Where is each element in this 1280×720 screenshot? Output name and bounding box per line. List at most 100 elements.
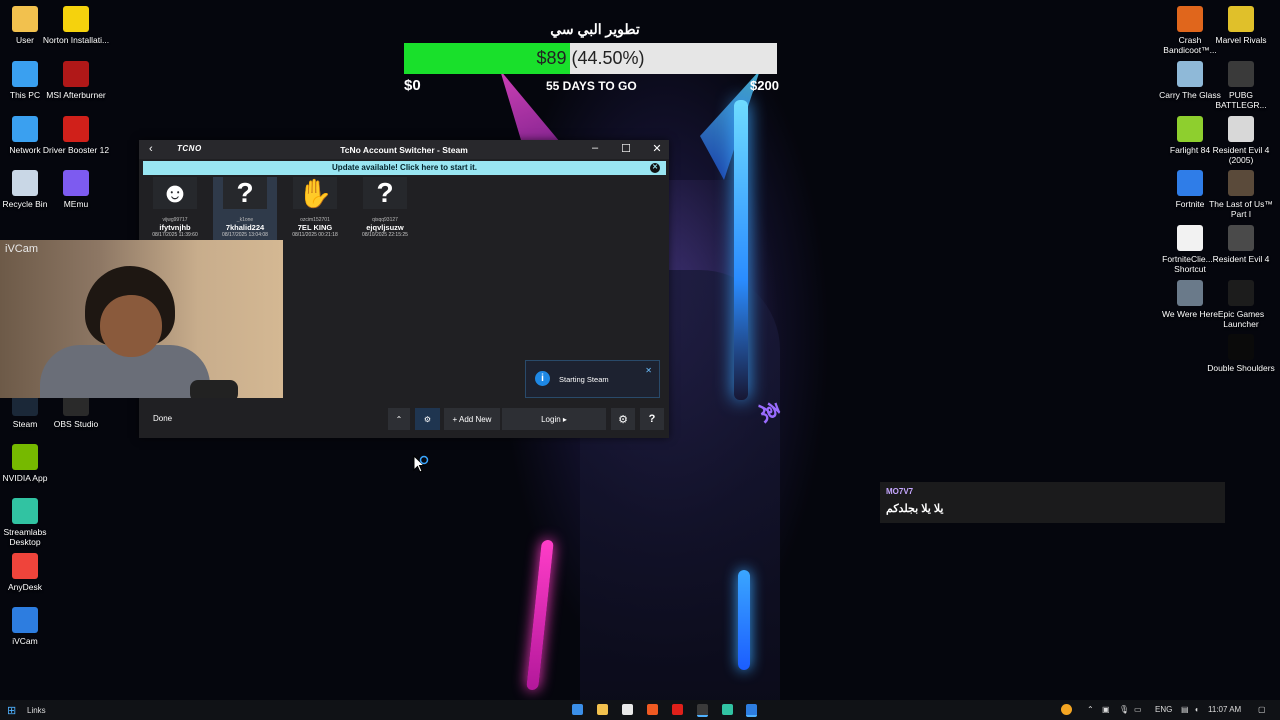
desktop-icon-label: AnyDesk — [7, 582, 42, 592]
goal-progress-bar: $89 (44.50%) — [404, 43, 777, 74]
desktop-icon-label: Norton Installati... — [42, 35, 110, 45]
goal-title: تطوير البي سي — [550, 21, 640, 37]
help-button[interactable]: ? — [640, 408, 664, 430]
anydesk-icon — [12, 553, 38, 579]
chat-username: MO7V7 — [886, 487, 914, 496]
desktop-icon-label: Resident Evil 4 (2005) — [1212, 145, 1270, 165]
nvidia-icon — [12, 444, 38, 470]
fortnite-icon — [1177, 170, 1203, 196]
desktop-icon-pubg[interactable]: PUBG BATTLEGR... — [1206, 61, 1276, 110]
desktop-icon-memu[interactable]: MEmu — [41, 170, 111, 209]
login-button[interactable]: Login ▸ — [502, 408, 606, 430]
chat-text: يلا يلا بجلدكم — [886, 503, 944, 515]
copilot-taskbar-icon[interactable] — [572, 704, 583, 715]
desktop-icon-last-of-us[interactable]: The Last of Us™ Part I — [1206, 170, 1276, 219]
network-icon[interactable]: ▤ — [1181, 705, 1189, 714]
desktop-icon-label: MEmu — [63, 199, 89, 209]
farlight-icon — [1177, 116, 1203, 142]
desktop-icon-driver-booster[interactable]: Driver Booster 12 — [41, 116, 111, 155]
tcno-taskbar-icon[interactable] — [746, 704, 757, 717]
account-card[interactable]: ☻ vijwg99717 ifytvnjhb 08/17/2025 11:39:60 — [143, 177, 207, 245]
desktop-icon-nvidia[interactable]: NVIDIA App — [0, 444, 60, 483]
desktop-icon-label: Epic Games Launcher — [1217, 309, 1265, 329]
desktop-icon-norton[interactable]: Norton Installati... — [41, 6, 111, 45]
desktop-icon-marvel-rivals[interactable]: Marvel Rivals — [1206, 6, 1276, 45]
volume-icon[interactable]: ◖ — [1194, 705, 1199, 714]
windows-start-icon[interactable]: ⊞ — [7, 704, 16, 717]
norton-icon — [63, 6, 89, 32]
goal-min-label: $0 — [404, 77, 421, 94]
window-titlebar[interactable]: ‹ TCNO TcNo Account Switcher - Steam – ☐… — [139, 140, 669, 159]
file-explorer-taskbar-icon[interactable] — [597, 704, 608, 715]
toast-close-icon[interactable]: ✕ — [645, 366, 652, 375]
resident-evil-icon — [1228, 225, 1254, 251]
desktop-icon-label: Streamlabs Desktop — [3, 527, 47, 547]
chevron-up-icon: ⌃ — [395, 414, 403, 424]
steam-button[interactable]: ⚙ — [415, 408, 440, 430]
minimize-button[interactable]: – — [586, 142, 604, 154]
toast-text: Starting Steam — [559, 375, 609, 384]
update-available-banner[interactable]: Update available! Click here to start it… — [143, 161, 666, 175]
calendar-taskbar-icon[interactable] — [622, 704, 633, 715]
account-card[interactable]: ? _k1one 7khalid224 08/17/2025 13:04:08 — [213, 177, 277, 245]
expand-up-button[interactable]: ⌃ — [388, 408, 410, 430]
account-card[interactable]: ? qisqq93127 ejqvljsuzw 08/10/2025 22:15:25 — [353, 177, 417, 245]
last-of-us-icon — [1228, 170, 1254, 196]
person-avatar: ☻ — [153, 177, 197, 209]
chevron-up-tray-icon[interactable]: ⌃ — [1087, 705, 1094, 714]
desktop-icon-label: Driver Booster 12 — [42, 145, 110, 155]
question-icon: ? — [648, 413, 656, 425]
resident-evil-icon — [1228, 116, 1254, 142]
microphone-icon[interactable]: 🎙 — [1119, 705, 1129, 714]
brave-taskbar-icon[interactable] — [647, 704, 658, 715]
language-indicator[interactable]: ENG — [1155, 705, 1172, 714]
account-last-login: 08/11/2025 00:21:18 — [292, 232, 338, 238]
desktop-icon-streamlabs[interactable]: Streamlabs Desktop — [0, 498, 60, 547]
carry-the-glass-icon — [1177, 61, 1203, 87]
close-banner-icon[interactable]: ✕ — [650, 163, 660, 173]
memu-icon — [63, 170, 89, 196]
account-card[interactable]: ✋ ozcim152701 7EL KING 08/11/2025 00:21:18 — [283, 177, 347, 245]
desktop-icon-msi-afterburner[interactable]: MSI Afterburner — [41, 61, 111, 100]
bottom-bar: Done ⌃ ⚙ + Add New Login ▸ ⚙ ? — [139, 408, 669, 430]
desktop-icon-label: PUBG BATTLEGR... — [1215, 90, 1267, 110]
account-last-login: 08/10/2025 22:15:25 — [362, 232, 408, 238]
desktop-icon-label: Double Shoulders — [1207, 363, 1275, 373]
desktop-icon-epic-games[interactable]: Epic Games Launcher — [1206, 280, 1276, 329]
settings-button[interactable]: ⚙ — [611, 408, 635, 430]
add-new-button[interactable]: + Add New — [444, 408, 500, 430]
we-were-here-icon — [1177, 280, 1203, 306]
webcam-label: iVCam — [5, 243, 39, 255]
weather-icon[interactable] — [1061, 704, 1072, 715]
account-last-login: 08/17/2025 13:04:08 — [222, 232, 268, 238]
msi-afterburner-icon — [63, 61, 89, 87]
clock[interactable]: 11:07 AM — [1208, 705, 1241, 714]
account-name: 7khalid224 — [225, 223, 265, 232]
close-button[interactable]: ✕ — [648, 142, 666, 155]
desktop-icon-double-shoulders[interactable]: Double Shoulders — [1206, 334, 1276, 373]
tray-app-icon[interactable]: ▣ — [1102, 705, 1110, 714]
monitor-icon — [12, 61, 38, 87]
hand-avatar: ✋ — [293, 177, 337, 209]
streamlabs-taskbar-icon[interactable] — [722, 704, 733, 715]
anydesk-taskbar-icon[interactable] — [672, 704, 683, 715]
obs-taskbar-icon[interactable] — [697, 704, 708, 717]
ivcam-icon — [12, 607, 38, 633]
desktop-icon-resident-evil[interactable]: Resident Evil 4 (2005) — [1206, 116, 1276, 165]
desktop-icon-ivcam[interactable]: iVCam — [0, 607, 60, 646]
links-toolbar[interactable]: Links — [27, 706, 46, 715]
update-banner-text: Update available! Click here to start it… — [332, 163, 477, 172]
display-icon[interactable]: ▭ — [1134, 705, 1142, 714]
maximize-button[interactable]: ☐ — [617, 142, 635, 155]
webcam-overlay: iVCam — [0, 240, 283, 398]
driver-booster-icon — [63, 116, 89, 142]
desktop-icon-resident-evil[interactable]: Resident Evil 4 — [1206, 225, 1276, 264]
question-avatar: ? — [223, 177, 267, 209]
goal-days-label: 55 DAYS TO GO — [546, 79, 637, 93]
desktop-icon-label: Resident Evil 4 — [1212, 254, 1270, 264]
streamlabs-icon — [12, 498, 38, 524]
double-shoulders-icon — [1228, 334, 1254, 360]
notifications-icon[interactable]: ▢ — [1258, 705, 1266, 714]
desktop-icon-anydesk[interactable]: AnyDesk — [0, 553, 60, 592]
network-icon — [12, 116, 38, 142]
